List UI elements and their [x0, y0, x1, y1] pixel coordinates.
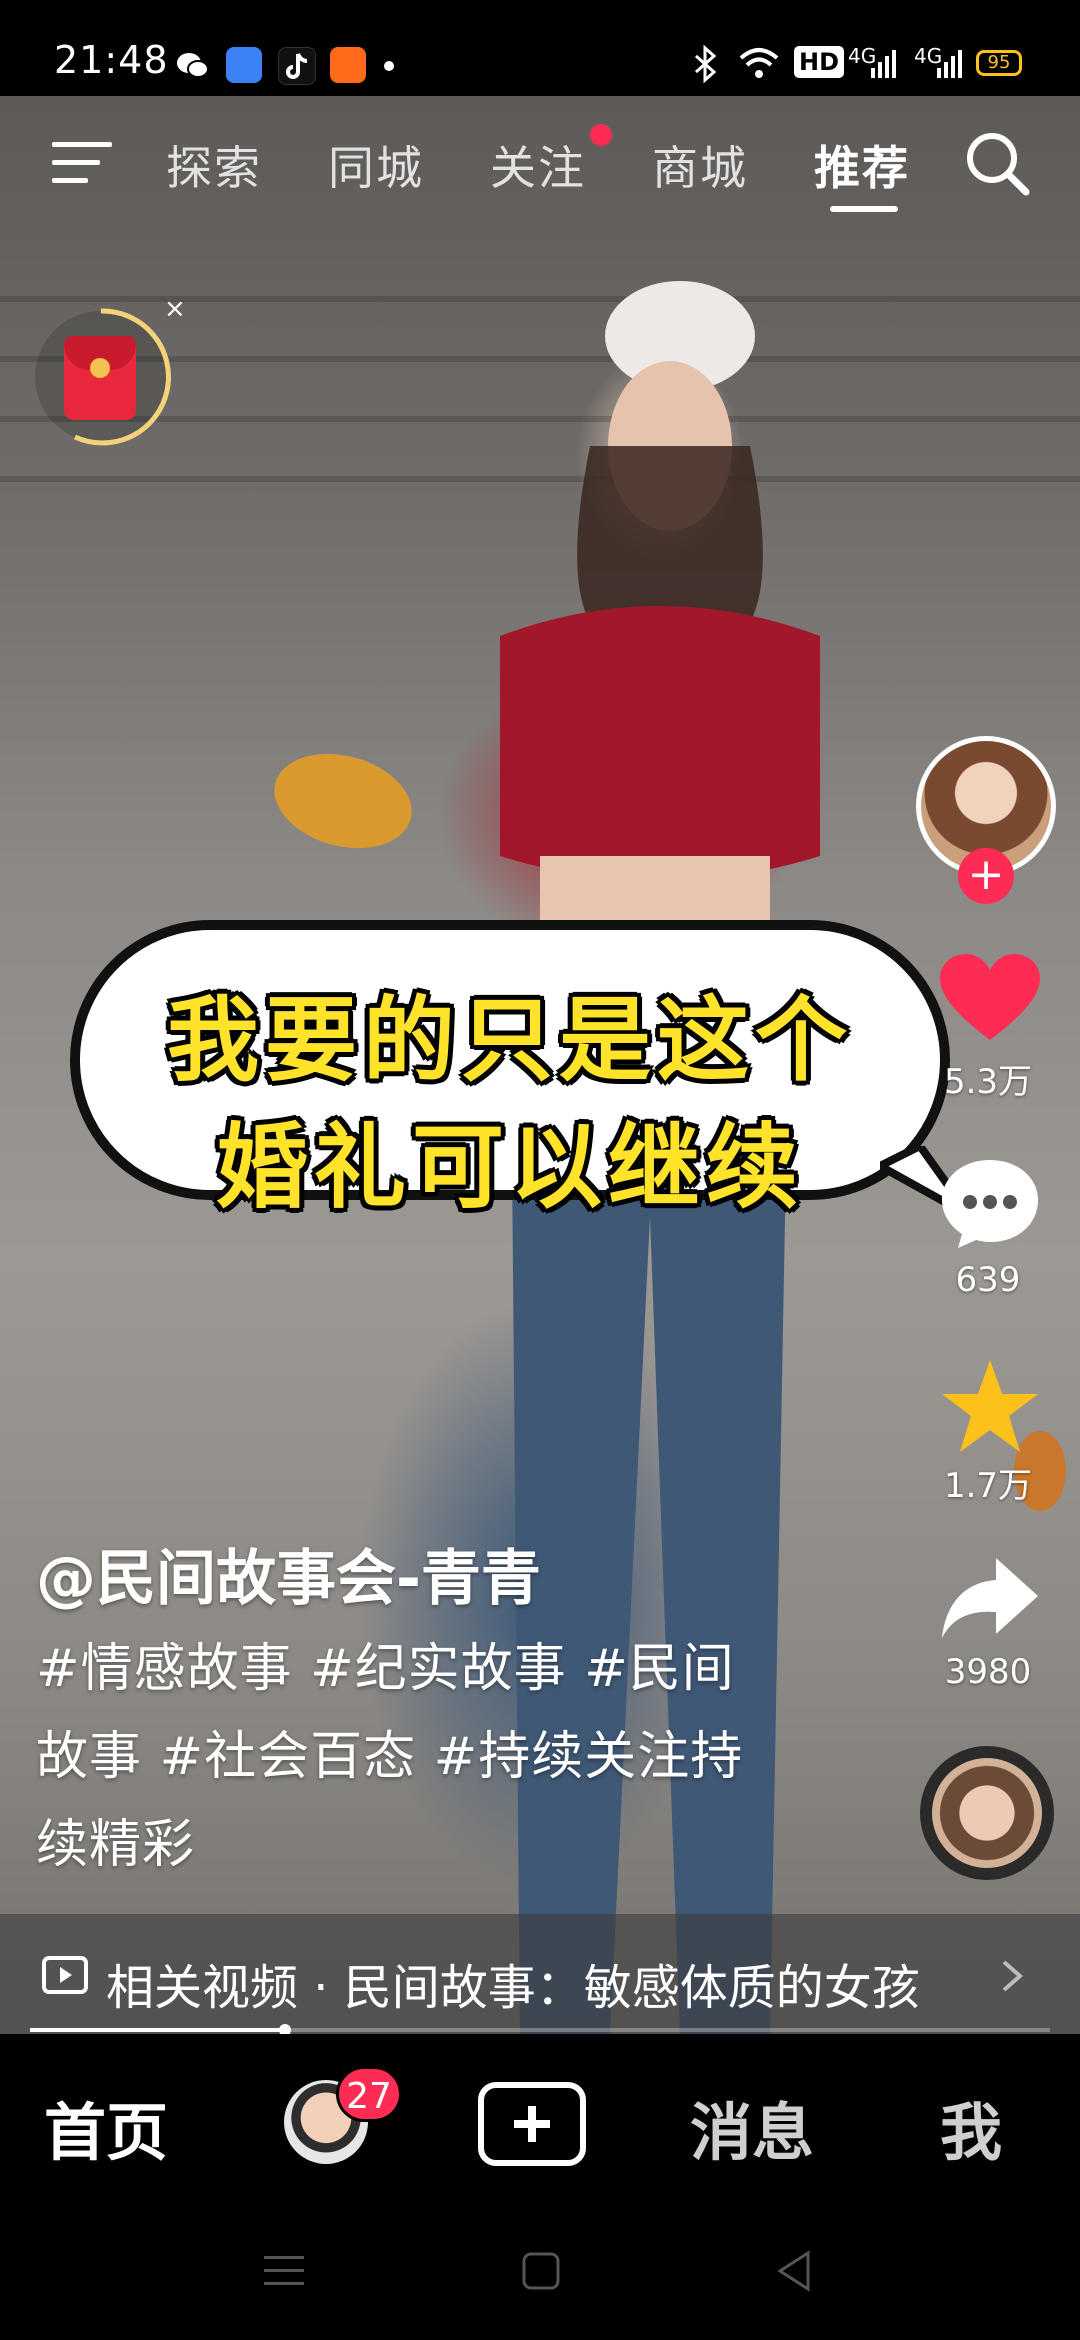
music-disc-avatar[interactable]	[920, 1746, 1054, 1880]
system-nav-bar	[0, 2214, 1080, 2340]
wechat-icon	[174, 47, 210, 83]
falling-leaf-icon	[274, 753, 412, 849]
system-home-icon[interactable]	[522, 2252, 560, 2290]
related-video-bar[interactable]: 相关视频 · 民间故事：敏感体质的女孩	[0, 1914, 1080, 2034]
tab-nearby[interactable]: 同城	[328, 132, 424, 198]
favorite-count: 1.7万	[943, 1466, 1033, 1506]
like-heart-icon[interactable]	[940, 954, 1040, 1044]
subtitle-line-2: 婚礼可以继续	[215, 1114, 804, 1221]
subtitle-bubble: 我要的只是这个 婚礼可以继续	[70, 920, 950, 1221]
related-video-text: 相关视频 · 民间故事：敏感体质的女孩	[106, 1960, 920, 2016]
video-progress-track[interactable]	[30, 2028, 1050, 2032]
battery-level: 95	[987, 52, 1011, 73]
video-player[interactable]: 探索 同城 关注 商城 推荐 × 我要的只是这个 婚礼可以继续 + 5.3万 6…	[0, 96, 1080, 2034]
search-icon[interactable]	[964, 130, 1030, 200]
notification-dot-icon	[384, 61, 394, 71]
app-icon-blue	[226, 47, 262, 83]
nav-messages[interactable]: 消息	[690, 2082, 814, 2172]
nav-me[interactable]: 我	[940, 2082, 1002, 2172]
red-packet-widget[interactable]	[30, 306, 172, 448]
menu-icon[interactable]	[52, 140, 112, 188]
following-notification-dot	[590, 124, 612, 146]
like-count: 5.3万	[943, 1062, 1033, 1102]
video-progress-knob[interactable]	[279, 2024, 291, 2034]
red-packet-icon	[64, 336, 136, 420]
create-post-button[interactable]	[478, 2082, 586, 2166]
share-count: 3980	[944, 1652, 1032, 1692]
favorite-star-icon[interactable]	[940, 1358, 1040, 1454]
hd-badge: HD	[794, 46, 845, 78]
video-progress-fill	[30, 2028, 285, 2032]
caption-line-1[interactable]: #情感故事 #纪实故事 #民间	[36, 1626, 735, 1701]
battery-icon: 95	[976, 50, 1022, 76]
caption-line-2[interactable]: 故事 #社会百态 #持续关注持	[36, 1714, 743, 1789]
nav-friends-badge: 27	[336, 2066, 402, 2122]
share-icon[interactable]	[940, 1556, 1040, 1642]
video-play-icon	[42, 1956, 88, 1994]
system-menu-icon[interactable]	[264, 2254, 304, 2288]
comment-count: 639	[955, 1260, 1021, 1300]
tab-recommend[interactable]: 推荐	[814, 132, 910, 198]
subtitle-line-1: 我要的只是这个	[166, 987, 853, 1094]
author-name[interactable]: @民间故事会-青青	[36, 1530, 541, 1617]
plus-icon	[514, 2106, 550, 2142]
tab-explore[interactable]: 探索	[166, 132, 262, 198]
comment-icon[interactable]	[940, 1156, 1040, 1250]
signal-bars-2-icon	[936, 48, 964, 82]
bottom-nav: 首页 27 消息 我	[0, 2034, 1080, 2214]
signal-bars-1-icon	[870, 48, 898, 82]
douyin-icon	[278, 47, 316, 85]
kuaishou-icon	[330, 47, 366, 83]
chevron-right-icon	[1002, 1960, 1024, 1992]
follow-plus-button[interactable]: +	[958, 848, 1014, 904]
tab-following[interactable]: 关注	[490, 132, 586, 198]
status-bar: 21:48 HD 4G 4G 95	[0, 0, 1080, 96]
wifi-icon	[738, 46, 780, 84]
red-packet-close-icon[interactable]: ×	[164, 294, 186, 324]
tab-mall[interactable]: 商城	[652, 132, 748, 198]
system-back-icon[interactable]	[776, 2250, 812, 2292]
caption-line-3[interactable]: 续精彩	[36, 1802, 195, 1877]
status-time: 21:48	[54, 38, 169, 82]
nav-home[interactable]: 首页	[44, 2082, 168, 2172]
tab-active-indicator	[830, 206, 898, 212]
bluetooth-icon	[690, 44, 720, 88]
